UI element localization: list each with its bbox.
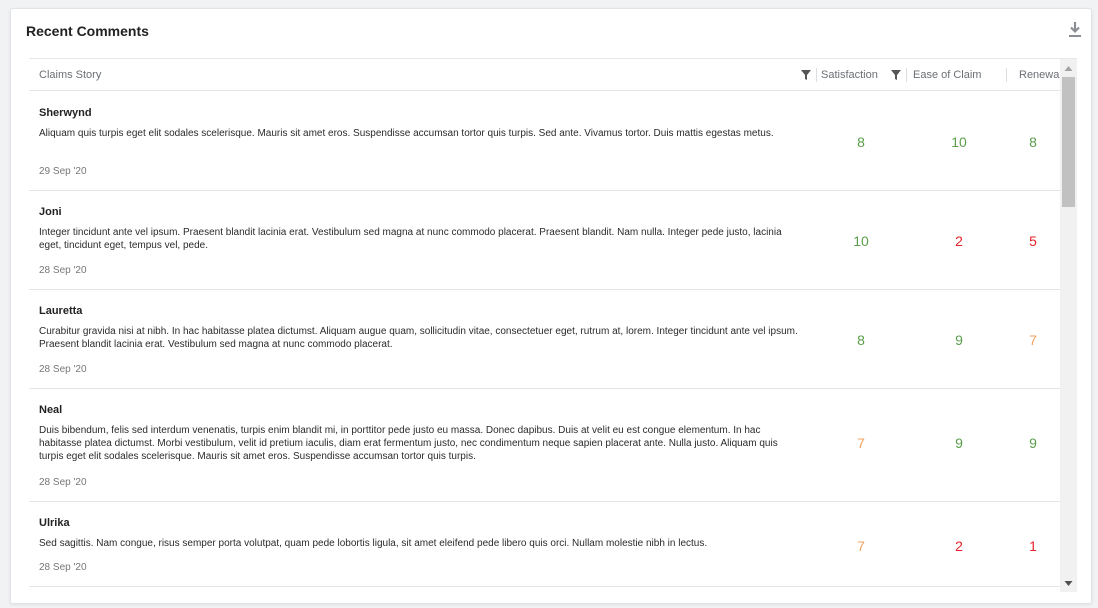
satisfaction-score: 7 — [857, 435, 865, 451]
satisfaction-score: 8 — [857, 332, 865, 348]
widget-title: Recent Comments — [26, 23, 149, 39]
comment-date: 28 Sep '20 — [39, 265, 87, 276]
column-divider — [906, 68, 907, 82]
comment-text: Curabitur gravida nisi at nibh. In hac h… — [39, 326, 798, 350]
column-header-ease-of-claim[interactable]: Ease of Claim — [913, 59, 981, 91]
table-row[interactable]: Joni Integer tincidunt ante vel ipsum. P… — [29, 191, 1060, 290]
comments-grid: Claims Story Satisfaction Ease of Claim … — [29, 58, 1077, 592]
grid-header: Claims Story Satisfaction Ease of Claim … — [29, 59, 1062, 91]
comment-date: 29 Sep '20 — [39, 166, 87, 177]
column-header-satisfaction[interactable]: Satisfaction — [821, 59, 878, 91]
table-row[interactable]: Lauretta Curabitur gravida nisi at nibh.… — [29, 290, 1060, 389]
table-row[interactable]: Ulrika Sed sagittis. Nam congue, risus s… — [29, 502, 1060, 587]
filter-icon[interactable] — [801, 70, 811, 80]
column-divider — [1006, 68, 1007, 82]
scroll-up-arrow-icon[interactable] — [1064, 64, 1073, 73]
renewal-score: 9 — [1029, 435, 1037, 451]
column-header-claims-story[interactable]: Claims Story — [39, 59, 101, 91]
download-icon[interactable] — [1067, 21, 1083, 39]
comment-text: Integer tincidunt ante vel ipsum. Praese… — [39, 227, 782, 251]
scrollbar-thumb[interactable] — [1062, 77, 1075, 207]
satisfaction-score: 10 — [853, 233, 869, 249]
commenter-name: Lauretta — [39, 305, 83, 317]
ease-of-claim-score: 2 — [955, 233, 963, 249]
comment-text: Duis bibendum, felis sed interdum venena… — [39, 425, 778, 462]
recent-comments-widget: Recent Comments Claims Story Satisfactio… — [10, 8, 1092, 604]
commenter-name: Sherwynd — [39, 107, 92, 119]
renewal-score: 7 — [1029, 332, 1037, 348]
ease-of-claim-score: 10 — [951, 134, 967, 150]
table-row[interactable]: Neal Duis bibendum, felis sed interdum v… — [29, 389, 1060, 502]
comment-date: 28 Sep '20 — [39, 477, 87, 488]
commenter-name: Neal — [39, 404, 63, 416]
filter-icon[interactable] — [891, 70, 901, 80]
column-header-renewal[interactable]: Renewal — [1019, 59, 1062, 91]
satisfaction-score: 7 — [857, 538, 865, 554]
scroll-down-arrow-icon[interactable] — [1064, 579, 1073, 588]
comment-date: 28 Sep '20 — [39, 364, 87, 375]
column-divider — [816, 68, 817, 82]
renewal-score: 5 — [1029, 233, 1037, 249]
ease-of-claim-score: 2 — [955, 538, 963, 554]
comment-date: 28 Sep '20 — [39, 562, 87, 573]
comment-text: Aliquam quis turpis eget elit sodales sc… — [39, 128, 774, 139]
ease-of-claim-score: 9 — [955, 435, 963, 451]
comment-text: Sed sagittis. Nam congue, risus semper p… — [39, 538, 708, 549]
vertical-scrollbar[interactable] — [1060, 59, 1077, 592]
column-header-satisfaction-label: Satisfaction — [821, 69, 878, 81]
renewal-score: 8 — [1029, 134, 1037, 150]
commenter-name: Joni — [39, 206, 62, 218]
ease-of-claim-score: 9 — [955, 332, 963, 348]
renewal-score: 1 — [1029, 538, 1037, 554]
satisfaction-score: 8 — [857, 134, 865, 150]
table-row[interactable]: Sherwynd Aliquam quis turpis eget elit s… — [29, 92, 1060, 191]
commenter-name: Ulrika — [39, 517, 70, 529]
